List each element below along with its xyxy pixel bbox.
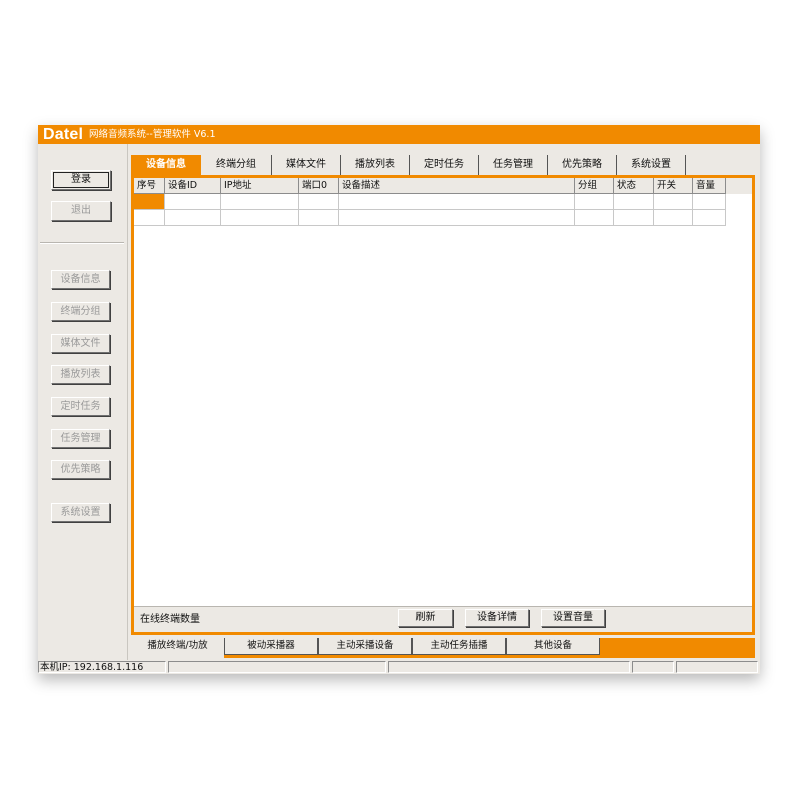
local-ip-status: 本机IP: 192.168.1.116 [38, 661, 166, 673]
sidebar-item-media-files[interactable]: 媒体文件 [51, 334, 110, 353]
table-cell[interactable] [221, 194, 299, 210]
tab-other-devices[interactable]: 其他设备 [506, 638, 600, 655]
refresh-button[interactable]: 刷新 [398, 609, 453, 627]
table-cell[interactable] [575, 210, 614, 226]
status-pane [168, 661, 386, 673]
tab-media-files[interactable]: 媒体文件 [272, 155, 341, 175]
tab-active-task-insert[interactable]: 主动任务插播 [412, 638, 506, 655]
table-cell-selected[interactable] [134, 194, 165, 210]
sidebar-item-device-info[interactable]: 设备信息 [51, 270, 110, 289]
status-pane [632, 661, 674, 673]
table-cell[interactable] [693, 194, 726, 210]
table-cell[interactable] [165, 194, 221, 210]
app-window: Datel 网络音频系统--管理软件 V6.1 登录 退出 设备信息 终端分组 … [38, 125, 760, 674]
table-row[interactable] [134, 194, 752, 210]
column-header-status[interactable]: 状态 [614, 178, 654, 194]
table-cell[interactable] [134, 210, 165, 226]
sidebar-item-terminal-group[interactable]: 终端分组 [51, 302, 110, 321]
table-cell[interactable] [693, 210, 726, 226]
status-bar: 本机IP: 192.168.1.116 [38, 660, 760, 674]
column-header-switch[interactable]: 开关 [654, 178, 693, 194]
sidebar-item-system-settings[interactable]: 系统设置 [51, 503, 110, 522]
table-cell[interactable] [614, 194, 654, 210]
table-cell[interactable] [654, 194, 693, 210]
table-cell[interactable] [165, 210, 221, 226]
tab-playback-terminal[interactable]: 播放终端/功放 [131, 638, 224, 658]
table-cell[interactable] [575, 194, 614, 210]
tab-terminal-group[interactable]: 终端分组 [201, 155, 272, 175]
tab-priority-policy[interactable]: 优先策略 [548, 155, 617, 175]
online-terminals-label: 在线终端数量 [140, 614, 200, 625]
device-details-button[interactable]: 设备详情 [465, 609, 529, 627]
tab-passive-capture[interactable]: 被动采播器 [224, 638, 318, 655]
tab-system-settings[interactable]: 系统设置 [617, 155, 686, 175]
table-cell[interactable] [614, 210, 654, 226]
title-bar: Datel 网络音频系统--管理软件 V6.1 [38, 125, 760, 144]
login-button[interactable]: 登录 [51, 170, 111, 190]
window-title: 网络音频系统--管理软件 V6.1 [89, 129, 216, 140]
logout-button[interactable]: 退出 [51, 201, 111, 221]
column-header-port[interactable]: 端口0 [299, 178, 339, 194]
sidebar-item-task-management[interactable]: 任务管理 [51, 429, 110, 448]
tab-playlist[interactable]: 播放列表 [341, 155, 410, 175]
table-header: 序号 设备ID IP地址 端口0 设备描述 分组 状态 开关 音量 [134, 178, 752, 194]
table-cell[interactable] [299, 210, 339, 226]
tab-device-info[interactable]: 设备信息 [131, 155, 201, 175]
tab-active-capture[interactable]: 主动采播设备 [318, 638, 412, 655]
tab-scheduled-tasks[interactable]: 定时任务 [410, 155, 479, 175]
table-row[interactable] [134, 210, 752, 226]
device-type-tabs: 播放终端/功放 被动采播器 主动采播设备 主动任务插播 其他设备 [131, 638, 755, 658]
tab-task-management[interactable]: 任务管理 [479, 155, 548, 175]
panel-content: 序号 设备ID IP地址 端口0 设备描述 分组 状态 开关 音量 在线终端数量… [134, 178, 752, 632]
main-tabs: 设备信息 终端分组 媒体文件 播放列表 定时任务 任务管理 优先策略 系统设置 [131, 155, 755, 175]
table-cell[interactable] [339, 194, 575, 210]
device-info-panel: 序号 设备ID IP地址 端口0 设备描述 分组 状态 开关 音量 在线终端数量… [131, 175, 755, 635]
sidebar-item-priority-policy[interactable]: 优先策略 [51, 460, 110, 479]
sidebar: 登录 退出 设备信息 终端分组 媒体文件 播放列表 定时任务 任务管理 优先策略… [38, 144, 128, 660]
status-pane [388, 661, 630, 673]
datel-logo: Datel [43, 126, 84, 143]
column-header-ip-address[interactable]: IP地址 [221, 178, 299, 194]
column-header-volume[interactable]: 音量 [693, 178, 726, 194]
sidebar-item-scheduled-tasks[interactable]: 定时任务 [51, 397, 110, 416]
column-header-description[interactable]: 设备描述 [339, 178, 575, 194]
table-cell[interactable] [654, 210, 693, 226]
device-table[interactable]: 序号 设备ID IP地址 端口0 设备描述 分组 状态 开关 音量 [134, 178, 752, 607]
column-header-index[interactable]: 序号 [134, 178, 165, 194]
table-cell[interactable] [339, 210, 575, 226]
column-header-device-id[interactable]: 设备ID [165, 178, 221, 194]
column-header-group[interactable]: 分组 [575, 178, 614, 194]
set-volume-button[interactable]: 设置音量 [541, 609, 605, 627]
table-cell[interactable] [299, 194, 339, 210]
sidebar-divider [40, 242, 124, 244]
status-pane [676, 661, 758, 673]
table-cell[interactable] [221, 210, 299, 226]
sidebar-item-playlist[interactable]: 播放列表 [51, 365, 110, 384]
panel-footer: 在线终端数量 刷新 设备详情 设置音量 [134, 606, 752, 632]
